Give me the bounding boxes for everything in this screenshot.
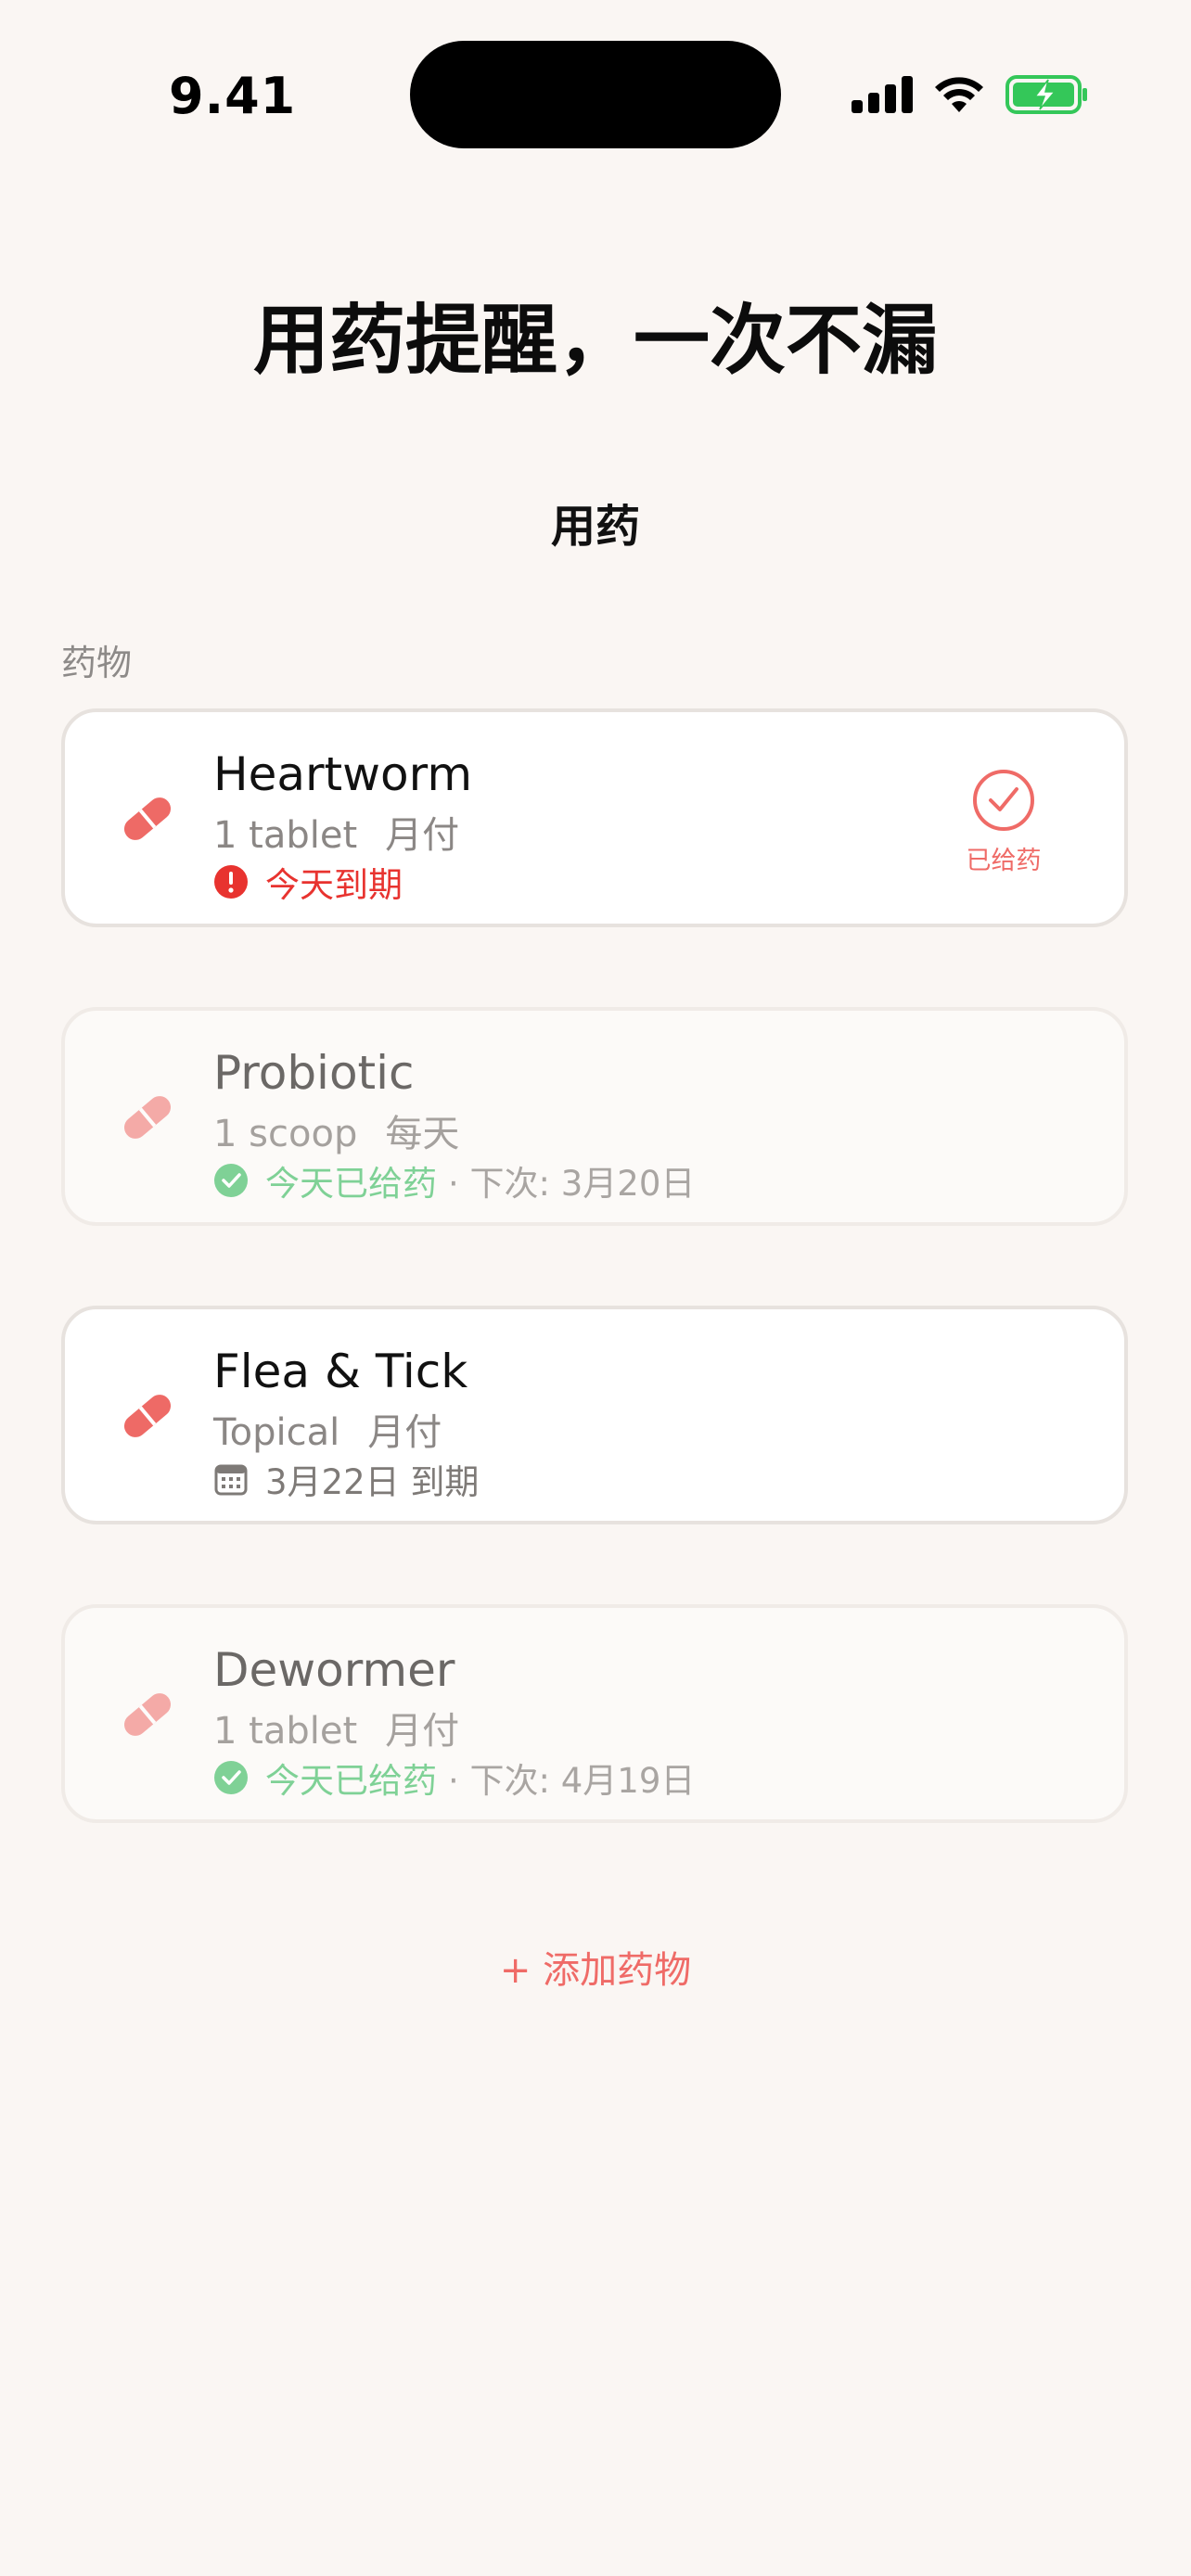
medication-frequency: 月付 <box>367 1411 442 1454</box>
medication-dose: 1 tablet <box>213 1710 358 1753</box>
nav-title: 用药 <box>550 501 640 553</box>
medication-frequency: 月付 <box>385 814 460 857</box>
cellular-signal-icon <box>852 76 913 113</box>
medication-name: Heartworm <box>213 747 473 801</box>
alert-icon <box>214 865 248 899</box>
mark-given-button[interactable]: 已给药 <box>948 770 1059 876</box>
pill-icon <box>123 797 172 840</box>
medication-card-dewormer[interactable]: Dewormer 1 tablet 月付 今天已给药 · 下次: 4月19日 <box>61 1604 1128 1823</box>
pill-icon <box>123 1693 172 1736</box>
medication-status: 3月22日 到期 <box>213 1454 479 1504</box>
mark-given-label: 已给药 <box>966 847 1042 875</box>
medication-details: 1 tablet 月付 <box>213 1701 459 1754</box>
section-label-medications: 药物 <box>61 643 133 683</box>
status-time: 9.41 <box>169 67 297 125</box>
medication-details: 1 scoop 每天 <box>213 1103 459 1157</box>
medication-frequency: 每天 <box>385 1113 460 1155</box>
calendar-icon <box>214 1464 248 1496</box>
medication-name: Flea & Tick <box>213 1345 468 1398</box>
medication-status: 今天到期 <box>213 857 403 907</box>
medication-frequency: 月付 <box>385 1710 460 1753</box>
medication-card-heartworm[interactable]: Heartworm 1 tablet 月付 今天到期 已给药 <box>61 708 1128 927</box>
medication-status: 今天已给药 · 下次: 3月20日 <box>213 1155 695 1205</box>
add-medication-button[interactable]: + 添加药物 <box>0 1940 1191 1994</box>
checkmark-circle-icon <box>973 770 1034 831</box>
dynamic-island <box>410 41 781 148</box>
battery-charging-icon <box>1005 75 1087 114</box>
wifi-icon <box>935 77 983 112</box>
status-text: 今天到期 <box>265 865 403 905</box>
next-dose-text: · 下次: 4月19日 <box>448 1761 696 1801</box>
status-icons <box>852 72 1089 117</box>
pill-icon <box>123 1096 172 1139</box>
pill-icon <box>123 1395 172 1437</box>
status-bar: 9.41 <box>0 0 1191 185</box>
medication-status: 今天已给药 · 下次: 4月19日 <box>213 1753 695 1803</box>
medication-dose: 1 tablet <box>213 814 358 857</box>
medication-details: Topical 月付 <box>213 1402 442 1456</box>
medication-card-flea-tick[interactable]: Flea & Tick Topical 月付 3月22日 到期 <box>61 1306 1128 1524</box>
checkmark-circle-filled-icon <box>214 1761 248 1794</box>
status-text: 今天已给药 <box>265 1164 437 1204</box>
medication-details: 1 tablet 月付 <box>213 805 459 859</box>
medication-name: Probiotic <box>213 1046 415 1100</box>
status-text: 3月22日 到期 <box>265 1462 480 1502</box>
medication-card-probiotic[interactable]: Probiotic 1 scoop 每天 今天已给药 · 下次: 3月20日 <box>61 1007 1128 1226</box>
checkmark-circle-filled-icon <box>214 1164 248 1197</box>
medication-dose: Topical <box>213 1411 340 1454</box>
medication-name: Dewormer <box>213 1643 455 1697</box>
medication-dose: 1 scoop <box>213 1113 358 1155</box>
status-text: 今天已给药 <box>265 1761 437 1801</box>
page-headline: 用药提醒，一次不漏 <box>252 297 938 385</box>
next-dose-text: · 下次: 3月20日 <box>448 1164 696 1204</box>
